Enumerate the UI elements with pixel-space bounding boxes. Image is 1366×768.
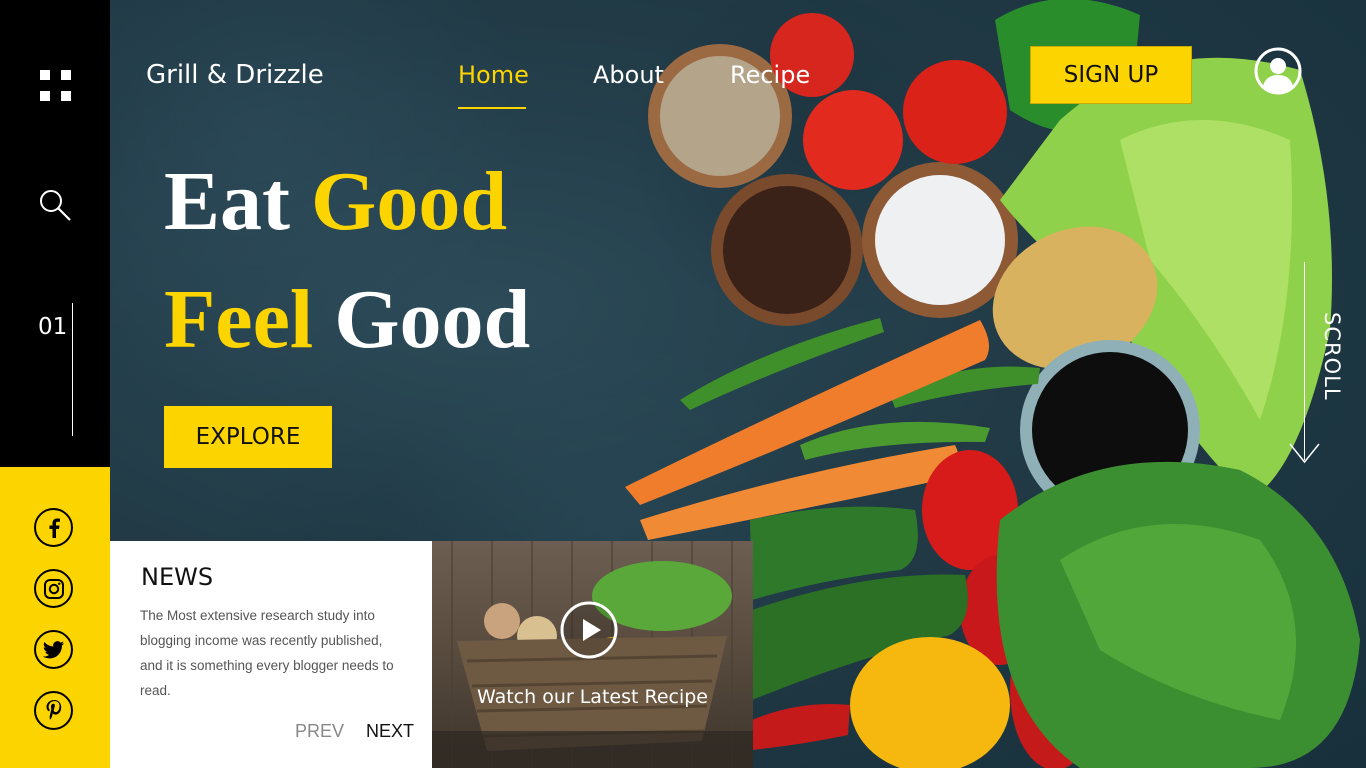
facebook-icon[interactable] (34, 508, 73, 547)
news-panel: NEWS The Most extensive research study i… (110, 541, 432, 768)
sign-up-button[interactable]: SIGN UP (1030, 46, 1192, 104)
video-caption: Watch our Latest Recipe (477, 686, 708, 708)
nav-home[interactable]: Home (458, 61, 529, 89)
twitter-icon[interactable] (34, 630, 73, 669)
next-button[interactable]: NEXT (366, 721, 414, 742)
search-icon[interactable] (38, 188, 72, 222)
headline-word-feel: Feel (164, 273, 314, 366)
scroll-line (1304, 262, 1305, 460)
headline-word-eat: Eat (164, 155, 290, 248)
headline-line-2: Feel Good (164, 278, 530, 362)
menu-grid-icon[interactable] (40, 70, 71, 101)
headline-line-1: Eat Good (164, 160, 507, 244)
sidebar: 01 (0, 0, 110, 768)
scroll-label[interactable]: SCROLL (1320, 312, 1344, 401)
pinterest-icon[interactable] (34, 691, 73, 730)
scroll-down-arrow-icon[interactable] (1289, 440, 1320, 464)
prev-button[interactable]: PREV (295, 721, 344, 742)
brand-logo[interactable]: Grill & Drizzle (146, 60, 324, 90)
nav-recipe[interactable]: Recipe (730, 61, 810, 89)
news-title: NEWS (141, 563, 214, 591)
explore-button[interactable]: EXPLORE (164, 406, 332, 468)
instagram-icon[interactable] (34, 569, 73, 608)
slide-number: 01 (38, 314, 68, 340)
nav-active-underline (458, 107, 526, 109)
nav-about[interactable]: About (593, 61, 664, 89)
news-body: The Most extensive research study into b… (140, 608, 394, 698)
play-icon[interactable] (560, 601, 618, 659)
headline-word-good-white: Good (334, 273, 531, 366)
user-account-icon[interactable] (1254, 47, 1302, 95)
headline-word-good-yellow: Good (311, 155, 508, 248)
slide-progress-line (72, 303, 73, 436)
